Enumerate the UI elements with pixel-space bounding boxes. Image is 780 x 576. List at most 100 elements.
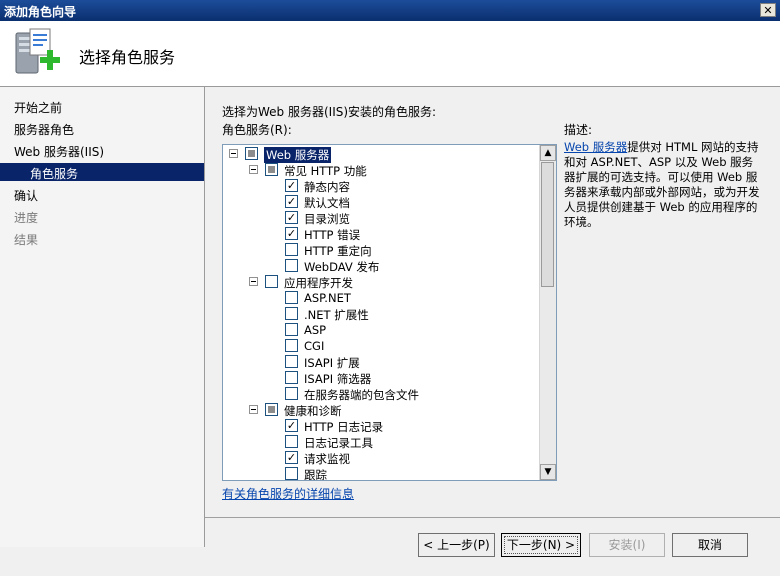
role-service-checkbox[interactable] [285,211,298,224]
tree-row[interactable]: 默认文档 [223,194,539,210]
role-service-label[interactable]: 日志记录工具 [304,435,373,451]
collapse-icon[interactable] [249,405,258,414]
tree-row[interactable]: ISAPI 扩展 [223,354,539,370]
install-button: 安装(I) [589,533,665,557]
role-service-checkbox[interactable] [285,291,298,304]
role-service-label[interactable]: ASP.NET [304,291,351,305]
role-service-label[interactable]: ISAPI 筛选器 [304,371,371,387]
collapse-icon[interactable] [249,165,258,174]
role-service-label[interactable]: HTTP 错误 [304,227,360,243]
scroll-thumb[interactable] [541,162,554,287]
role-service-checkbox[interactable] [285,355,298,368]
role-service-label[interactable]: HTTP 日志记录 [304,419,383,435]
role-service-checkbox[interactable] [285,339,298,352]
role-service-checkbox[interactable] [285,259,298,272]
role-service-checkbox[interactable] [285,467,298,480]
services-prompt: 选择为Web 服务器(IIS)安装的角色服务: [222,105,437,119]
role-services-tree[interactable]: Web 服务器常见 HTTP 功能静态内容默认文档目录浏览HTTP 错误HTTP… [222,144,557,481]
role-service-label[interactable]: HTTP 重定向 [304,243,372,259]
next-button[interactable]: 下一步(N) > [501,533,581,557]
role-service-checkbox[interactable] [285,179,298,192]
role-service-label[interactable]: 在服务器端的包含文件 [304,387,419,403]
role-service-checkbox[interactable] [245,147,258,160]
tree-row[interactable]: ASP [223,322,539,338]
role-service-checkbox[interactable] [265,403,278,416]
role-service-checkbox[interactable] [285,371,298,384]
wizard-steps-nav: 开始之前 服务器角色 Web 服务器(IIS) 角色服务 确认 进度 结果 [0,87,205,547]
tree-row[interactable]: 健康和诊断 [223,402,539,418]
role-service-label[interactable]: CGI [304,339,324,353]
tree-row[interactable]: CGI [223,338,539,354]
tree-content: Web 服务器常见 HTTP 功能静态内容默认文档目录浏览HTTP 错误HTTP… [223,145,539,480]
tree-row[interactable]: HTTP 重定向 [223,242,539,258]
nav-step-before-you-begin[interactable]: 开始之前 [14,99,62,116]
role-service-label[interactable]: WebDAV 发布 [304,259,379,275]
nav-step-results: 结果 [14,233,39,247]
back-button[interactable]: < 上一步(P) [418,533,495,557]
tree-row[interactable]: 日志记录工具 [223,434,539,450]
scroll-down-button[interactable]: ▼ [540,464,556,480]
role-service-checkbox[interactable] [285,227,298,240]
title-bar: 添加角色向导 ✕ [0,0,780,21]
tree-row[interactable]: HTTP 错误 [223,226,539,242]
role-service-checkbox[interactable] [265,275,278,288]
tree-row[interactable]: Web 服务器 [223,146,539,163]
role-service-label[interactable]: 常见 HTTP 功能 [284,163,367,179]
role-service-label[interactable]: Web 服务器 [264,147,332,163]
role-service-checkbox[interactable] [285,307,298,320]
page-title: 选择角色服务 [79,48,176,67]
main-content: 选择为Web 服务器(IIS)安装的角色服务: 角色服务(R): Web 服务器… [205,87,780,517]
description-text: Web 服务器提供对 HTML 网站的支持和对 ASP.NET、ASP 以及 W… [564,140,764,230]
role-service-label[interactable]: ISAPI 扩展 [304,355,360,371]
role-service-checkbox[interactable] [265,163,278,176]
window-title: 添加角色向导 [4,5,77,19]
vertical-scrollbar[interactable]: ▲ ▼ [539,145,556,480]
role-service-checkbox[interactable] [285,195,298,208]
nav-step-role-services-label: 角色服务 [30,167,79,181]
tree-row[interactable]: HTTP 日志记录 [223,418,539,434]
tree-row[interactable]: 静态内容 [223,178,539,194]
nav-step-confirmation[interactable]: 确认 [14,187,38,204]
nav-step-web-server[interactable]: Web 服务器(IIS) [14,143,104,160]
role-services-label: 角色服务(R): [222,123,292,137]
cancel-button[interactable]: 取消 [672,533,748,557]
tree-row[interactable]: 应用程序开发 [223,274,539,290]
role-service-checkbox[interactable] [285,387,298,400]
role-service-checkbox[interactable] [285,323,298,336]
collapse-icon[interactable] [229,149,238,158]
role-service-checkbox[interactable] [285,419,298,432]
role-service-label[interactable]: 跟踪 [304,467,327,480]
role-service-label[interactable]: 请求监视 [304,451,350,467]
role-service-label[interactable]: 目录浏览 [304,211,350,227]
role-service-label[interactable]: 健康和诊断 [284,403,342,419]
collapse-icon[interactable] [249,277,258,286]
nav-step-progress: 进度 [14,211,39,225]
role-service-checkbox[interactable] [285,243,298,256]
tree-row[interactable]: 在服务器端的包含文件 [223,386,539,402]
tree-row[interactable]: .NET 扩展性 [223,306,539,322]
wizard-header: 选择角色服务 [0,21,780,87]
role-service-label[interactable]: 应用程序开发 [284,275,353,291]
web-server-link[interactable]: Web 服务器 [564,140,627,154]
description-label: 描述: [564,123,593,137]
tree-row[interactable]: 目录浏览 [223,210,539,226]
role-service-label[interactable]: .NET 扩展性 [304,307,369,323]
tree-row[interactable]: ISAPI 筛选器 [223,370,539,386]
role-service-label[interactable]: ASP [304,323,326,337]
nav-step-server-roles[interactable]: 服务器角色 [14,121,74,138]
tree-row[interactable]: 常见 HTTP 功能 [223,162,539,178]
tree-row[interactable]: 跟踪 [223,466,539,480]
tree-row[interactable]: ASP.NET [223,290,539,306]
tree-row[interactable]: 请求监视 [223,450,539,466]
role-service-checkbox[interactable] [285,451,298,464]
role-service-label[interactable]: 默认文档 [304,195,350,211]
role-service-checkbox[interactable] [285,435,298,448]
nav-step-role-services[interactable]: 角色服务 [0,163,204,181]
more-info-link[interactable]: 有关角色服务的详细信息 [222,485,354,502]
scroll-up-button[interactable]: ▲ [540,145,556,161]
tree-row[interactable]: WebDAV 发布 [223,258,539,274]
role-service-label[interactable]: 静态内容 [304,179,350,195]
server-roles-add-icon [12,27,62,79]
button-bar: < 上一步(P) 下一步(N) > 安装(I) 取消 [205,517,780,576]
close-button[interactable]: ✕ [760,3,776,17]
